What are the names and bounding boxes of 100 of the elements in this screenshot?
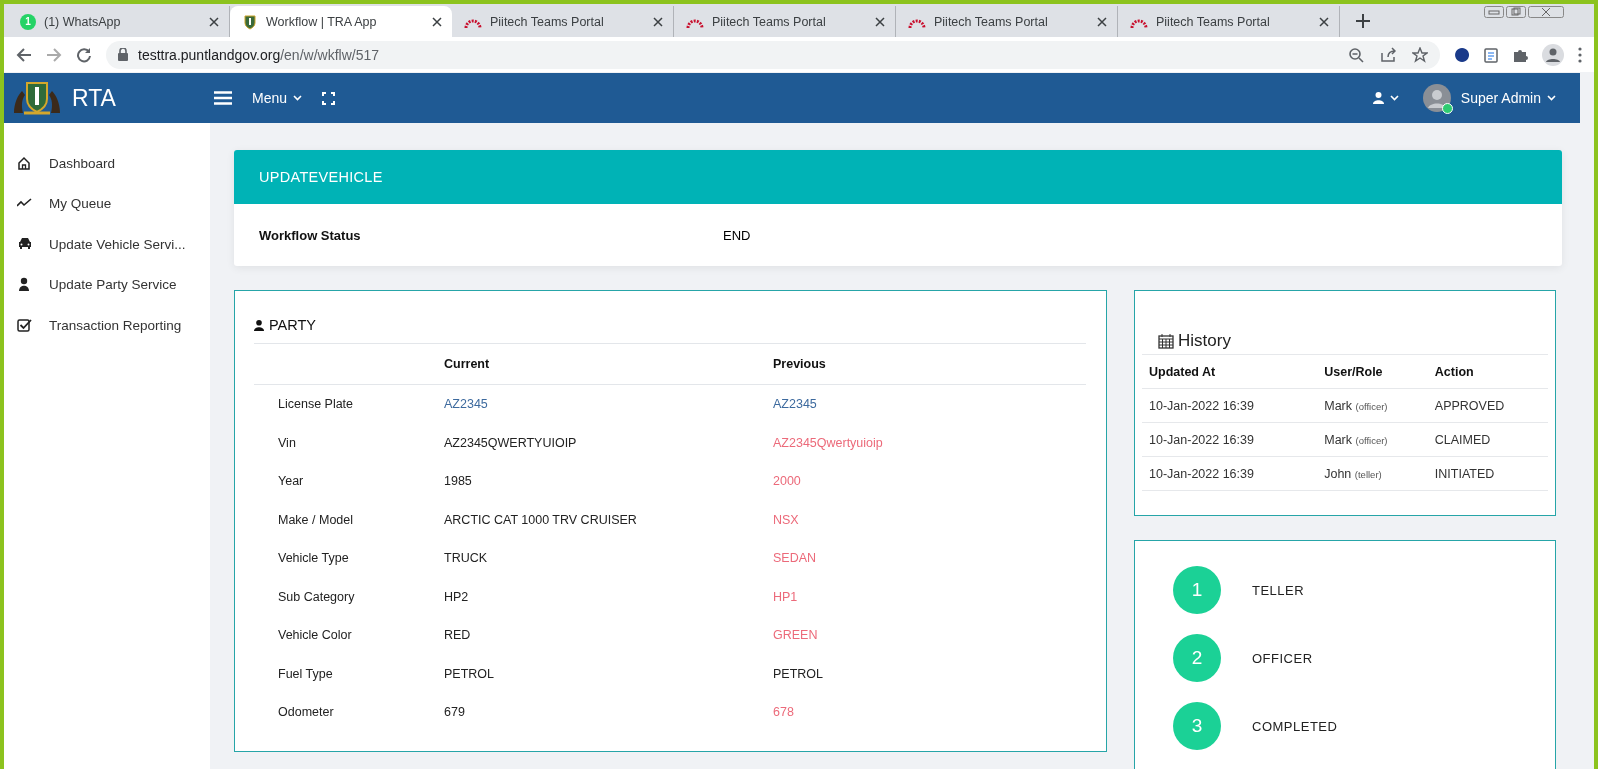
sidebar-item[interactable]: Update Vehicle Servi... — [4, 224, 210, 265]
sidebar-item[interactable]: Update Party Service — [4, 264, 210, 305]
minimize-icon[interactable] — [1484, 6, 1504, 18]
plus-icon[interactable] — [1356, 14, 1370, 28]
table-cell: 10-Jan-2022 16:39 — [1142, 422, 1318, 457]
table-cell: 10-Jan-2022 16:39 — [1142, 388, 1318, 423]
address-bar[interactable]: testtra.puntlandgov.org/en/w/wkflw/517 — [106, 40, 1440, 69]
current-value: HP2 — [443, 588, 470, 606]
tab-title: (1) WhatsApp — [44, 14, 122, 29]
table-cell: 10-Jan-2022 16:39 — [1142, 456, 1318, 491]
close-icon[interactable] — [1528, 6, 1564, 18]
section-title: PARTY — [269, 317, 316, 333]
sidebar-item[interactable]: My Queue — [4, 183, 210, 224]
menu-icon[interactable] — [214, 91, 232, 105]
clipboard-icon[interactable] — [1484, 46, 1498, 63]
status-value: END — [723, 227, 751, 243]
current-value: RED — [443, 627, 472, 645]
field-label: Fuel Type — [277, 665, 334, 683]
field-label: Make / Model — [277, 511, 355, 529]
chevron-down-icon — [1547, 95, 1556, 101]
close-icon[interactable] — [432, 16, 442, 27]
step-label: OFFICER — [1252, 650, 1313, 666]
current-value: 679 — [443, 704, 466, 722]
tab-title: Piitech Teams Portal — [712, 14, 827, 29]
field-label: Vehicle Color — [277, 627, 353, 645]
previous-value: 2000 — [772, 473, 802, 491]
profile-icon[interactable] — [1542, 43, 1564, 66]
step-label: COMPLETED — [1252, 718, 1338, 734]
field-label: Sub Category — [277, 588, 356, 606]
person-icon — [254, 319, 264, 331]
table-cell: John (teller) — [1317, 456, 1428, 491]
reload-icon[interactable] — [76, 46, 92, 63]
column-header: Current — [443, 344, 772, 385]
crest-icon — [242, 13, 258, 30]
chevron-down-icon — [293, 95, 303, 101]
brand-name: RTA — [72, 84, 116, 112]
fullscreen-icon[interactable] — [322, 91, 336, 105]
close-icon[interactable] — [209, 16, 219, 27]
back-arrow-icon[interactable] — [16, 46, 32, 63]
crest-logo — [12, 79, 62, 117]
field-label: Vin — [277, 434, 297, 452]
current-value: AZ2345QWERTYUIOIP — [443, 434, 578, 452]
previous-value: PETROL — [772, 665, 824, 683]
browser-tab[interactable]: Workflow | TRA App — [230, 6, 452, 37]
chevron-down-icon — [1389, 95, 1399, 101]
close-icon[interactable] — [1097, 16, 1107, 27]
checkbox-icon — [17, 317, 33, 333]
star-icon[interactable] — [1412, 46, 1428, 63]
sidebar-item[interactable]: Dashboard — [4, 143, 210, 184]
more-options-icon[interactable] — [1578, 46, 1582, 63]
current-value: 1985 — [443, 473, 473, 491]
section-title: History — [1178, 330, 1231, 351]
previous-value[interactable]: AZ2345 — [772, 384, 1086, 424]
notification-count: 1 — [20, 13, 36, 30]
calendar-icon — [1158, 332, 1174, 349]
sidebar-item[interactable]: Transaction Reporting — [4, 305, 210, 346]
current-value: PETROL — [443, 665, 495, 683]
person-icon — [1372, 92, 1384, 104]
field-label: License Plate — [254, 384, 443, 424]
tab-title: Workflow | TRA App — [266, 14, 378, 29]
lock-icon — [118, 48, 128, 61]
previous-value: 678 — [772, 704, 795, 722]
field-label: Vehicle Type — [277, 550, 350, 568]
previous-value: SEDAN — [772, 550, 818, 568]
close-icon[interactable] — [875, 16, 885, 27]
current-value: ARCTIC CAT 1000 TRV CRUISER — [443, 511, 638, 529]
car-icon — [17, 236, 33, 252]
table-cell: Mark (officer) — [1317, 388, 1428, 423]
column-header: Updated At — [1142, 355, 1318, 389]
field-label: Odometer — [277, 704, 335, 722]
avatar-icon — [1422, 84, 1451, 112]
extension-icon[interactable] — [1454, 46, 1470, 63]
close-icon[interactable] — [653, 16, 663, 27]
previous-value: GREEN — [772, 627, 819, 645]
share-icon[interactable] — [1380, 46, 1396, 63]
user-name-dropdown[interactable]: Super Admin — [1460, 90, 1556, 106]
tab-title: Piitech Teams Portal — [1156, 14, 1271, 29]
restore-icon[interactable] — [1506, 6, 1526, 18]
field-label: Year — [277, 473, 305, 491]
menu-dropdown[interactable]: Menu — [252, 90, 303, 106]
table-cell: APPROVED — [1427, 388, 1548, 423]
home-icon — [17, 155, 33, 171]
current-value[interactable]: AZ2345 — [443, 384, 772, 424]
step-number: 1 — [1173, 566, 1221, 614]
table-cell: INITIATED — [1427, 456, 1548, 491]
step-number: 2 — [1173, 634, 1221, 682]
previous-value: HP1 — [772, 588, 799, 606]
url-text: testtra.puntlandgov.org/en/w/wkflw/517 — [138, 46, 379, 63]
table-cell: Mark (officer) — [1317, 422, 1428, 457]
user-menu-button[interactable] — [1372, 92, 1399, 104]
column-header: Previous — [772, 344, 1086, 385]
status-label: Workflow Status — [259, 227, 362, 243]
zoom-out-icon[interactable] — [1348, 46, 1364, 63]
previous-value: AZ2345Qwertyuioip — [772, 434, 884, 452]
close-icon[interactable] — [1319, 16, 1329, 27]
tab-title: Piitech Teams Portal — [934, 14, 1049, 29]
table-cell: CLAIMED — [1427, 422, 1548, 457]
current-value: TRUCK — [443, 550, 489, 568]
card-title-bar: UPDATEVEHICLE — [234, 150, 1562, 204]
column-header: User/Role — [1317, 355, 1428, 389]
